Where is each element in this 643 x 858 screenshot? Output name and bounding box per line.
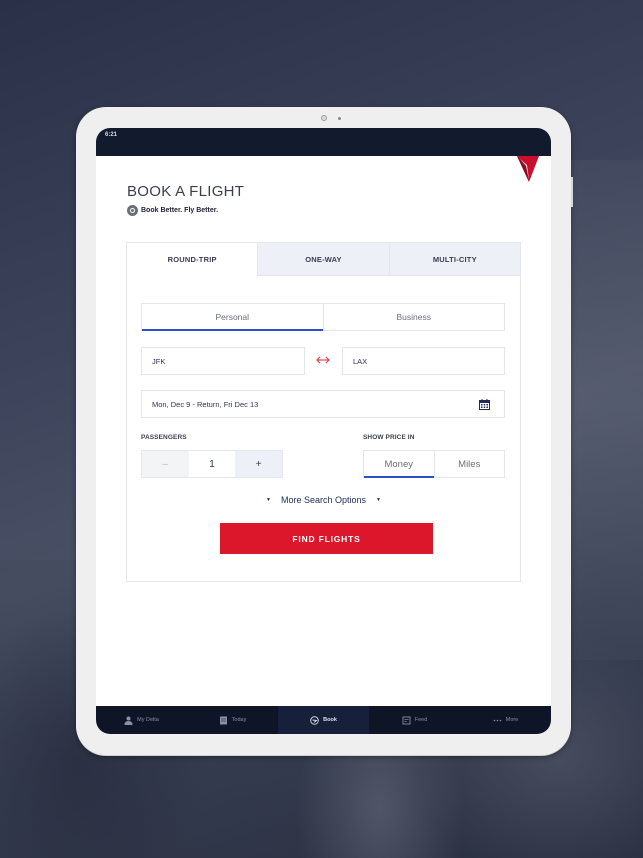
origin-value: JFK xyxy=(152,356,166,366)
decrement-button[interactable]: – xyxy=(142,451,189,477)
purpose-business[interactable]: Business xyxy=(322,304,505,330)
status-bar: 6:21 xyxy=(96,128,551,156)
show-price-label: SHOW PRICE IN xyxy=(363,434,415,441)
book-icon xyxy=(310,715,319,725)
today-icon xyxy=(219,716,227,724)
delta-logo-icon xyxy=(517,156,539,182)
trip-type-tabs: ROUND-TRIP ONE-WAY MULTI-CITY xyxy=(127,243,520,276)
camera-icon xyxy=(321,115,327,121)
tagline-text: Book Better. Fly Better. xyxy=(141,207,219,214)
caret-down-icon: ▼ xyxy=(376,497,381,503)
find-flights-button[interactable]: FIND FLIGHTS xyxy=(220,523,433,554)
booking-card: ROUND-TRIP ONE-WAY MULTI-CITY Personal B… xyxy=(126,242,521,582)
tablet-frame: 6:21 BOOK A FLIGHT Book Better. Fly Bett… xyxy=(76,107,573,755)
passengers-label: PASSENGERS xyxy=(141,434,187,441)
person-icon xyxy=(124,716,133,725)
tab-my-delta[interactable]: My Delta xyxy=(96,706,187,734)
origin-field[interactable]: JFK xyxy=(141,347,305,375)
page-title: BOOK A FLIGHT xyxy=(127,183,245,200)
price-miles[interactable]: Miles xyxy=(433,451,505,477)
tab-my-delta-label: My Delta xyxy=(137,717,159,723)
swap-arrows-icon[interactable] xyxy=(315,353,331,367)
passenger-count: 1 xyxy=(188,451,236,477)
tab-feed[interactable]: Feed xyxy=(369,706,460,734)
date-field[interactable]: Mon, Dec 9 - Return, Fri Dec 13 xyxy=(141,390,505,418)
purpose-personal[interactable]: Personal xyxy=(142,304,323,331)
more-search-options-label: More Search Options xyxy=(280,495,367,505)
feed-icon xyxy=(402,716,411,724)
tab-one-way[interactable]: ONE-WAY xyxy=(257,243,389,276)
tab-more[interactable]: More xyxy=(460,706,551,734)
sensor-icon xyxy=(338,117,341,120)
price-money[interactable]: Money xyxy=(364,451,434,478)
tab-round-trip[interactable]: ROUND-TRIP xyxy=(127,243,258,276)
trip-purpose-toggle: Personal Business xyxy=(141,303,505,331)
bottom-tab-bar: My Delta Today Book Feed More xyxy=(96,706,551,734)
tab-multi-city[interactable]: MULTI-CITY xyxy=(388,243,520,276)
tab-more-label: More xyxy=(505,717,519,723)
destination-field[interactable]: LAX xyxy=(342,347,505,375)
side-button xyxy=(571,177,573,207)
price-type-toggle: Money Miles xyxy=(363,450,505,478)
tab-today-label: Today xyxy=(231,717,247,723)
tagline-badge-icon xyxy=(127,205,138,216)
tab-book[interactable]: Book xyxy=(278,706,369,734)
calendar-icon[interactable] xyxy=(479,398,490,410)
destination-value: LAX xyxy=(353,356,368,366)
more-icon xyxy=(493,719,502,721)
increment-button[interactable]: + xyxy=(235,451,283,477)
tab-book-label: Book xyxy=(323,717,337,723)
tagline: Book Better. Fly Better. xyxy=(127,205,218,216)
caret-down-icon: ▼ xyxy=(266,497,271,503)
status-time: 6:21 xyxy=(105,132,118,138)
app-screen: 6:21 BOOK A FLIGHT Book Better. Fly Bett… xyxy=(96,128,551,734)
tab-today[interactable]: Today xyxy=(187,706,278,734)
tab-feed-label: Feed xyxy=(414,717,428,723)
date-value: Mon, Dec 9 - Return, Fri Dec 13 xyxy=(152,399,259,409)
passenger-stepper: – 1 + xyxy=(141,450,283,478)
more-search-options[interactable]: ▼ More Search Options ▼ xyxy=(127,495,520,505)
